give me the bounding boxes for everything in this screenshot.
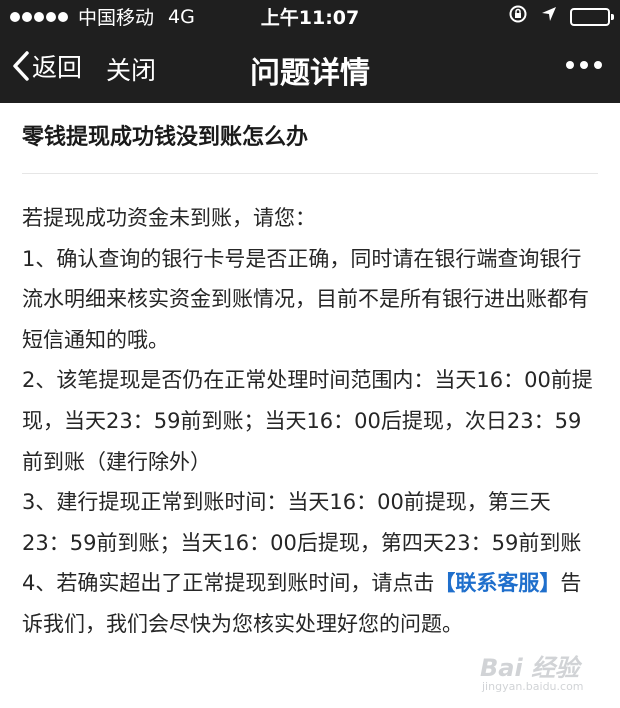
article-item-3: 3、建行提现正常到账时间：当天16：00前提现，第三天23：59前到账；当天16… — [22, 490, 582, 555]
article-item-1: 1、确认查询的银行卡号是否正确，同时请在银行端查询银行流水明细来核实资金到账情况… — [22, 246, 589, 352]
more-dot-icon — [580, 61, 588, 69]
close-button[interactable]: 关闭 — [106, 51, 156, 87]
item-4-text: 4、若确实超出了正常提现到账时间，请点击 — [22, 571, 435, 596]
more-dot-icon — [566, 61, 574, 69]
watermark-logo-text: Bai 经验 — [480, 654, 580, 682]
article-item-4: 4、若确实超出了正常提现到账时间，请点击【联系客服】告诉我们，我们会尽快为您核实… — [22, 563, 598, 644]
back-button[interactable]: 返回 — [10, 48, 82, 84]
baidu-jingyan-watermark: Bai 经验 jingyan.baidu.com — [472, 642, 612, 702]
article-body: 若提现成功资金未到账，请您： 1、确认查询的银行卡号是否正确，同时请在银行端查询… — [22, 174, 598, 645]
article-title: 零钱提现成功钱没到账怎么办 — [22, 103, 598, 174]
more-options-button[interactable] — [560, 61, 602, 69]
contact-support-link[interactable]: 【联系客服】 — [434, 571, 560, 595]
article: 零钱提现成功钱没到账怎么办 若提现成功资金未到账，请您： 1、确认查询的银行卡号… — [22, 103, 598, 645]
battery-icon — [570, 7, 614, 26]
rotation-lock-icon — [508, 4, 528, 29]
location-icon — [540, 5, 558, 28]
watermark-url: jingyan.baidu.com — [482, 680, 584, 693]
status-bar: 中国移动 4G 上午11:07 — [0, 0, 620, 30]
status-right — [508, 4, 614, 29]
article-item-2: 2、该笔提现是否仍在正常处理时间范围内：当天16：00前提现，当天23：59前到… — [22, 368, 593, 474]
page-title: 问题详情 — [250, 56, 370, 91]
article-intro: 若提现成功资金未到账，请您： — [22, 206, 316, 230]
more-dot-icon — [594, 61, 602, 69]
back-label: 返回 — [32, 53, 83, 82]
chevron-left-icon — [13, 51, 29, 81]
wechat-header: 中国移动 4G 上午11:07 返回 关闭 问题详情 — [0, 0, 620, 103]
nav-bar: 返回 关闭 问题详情 — [0, 36, 620, 98]
